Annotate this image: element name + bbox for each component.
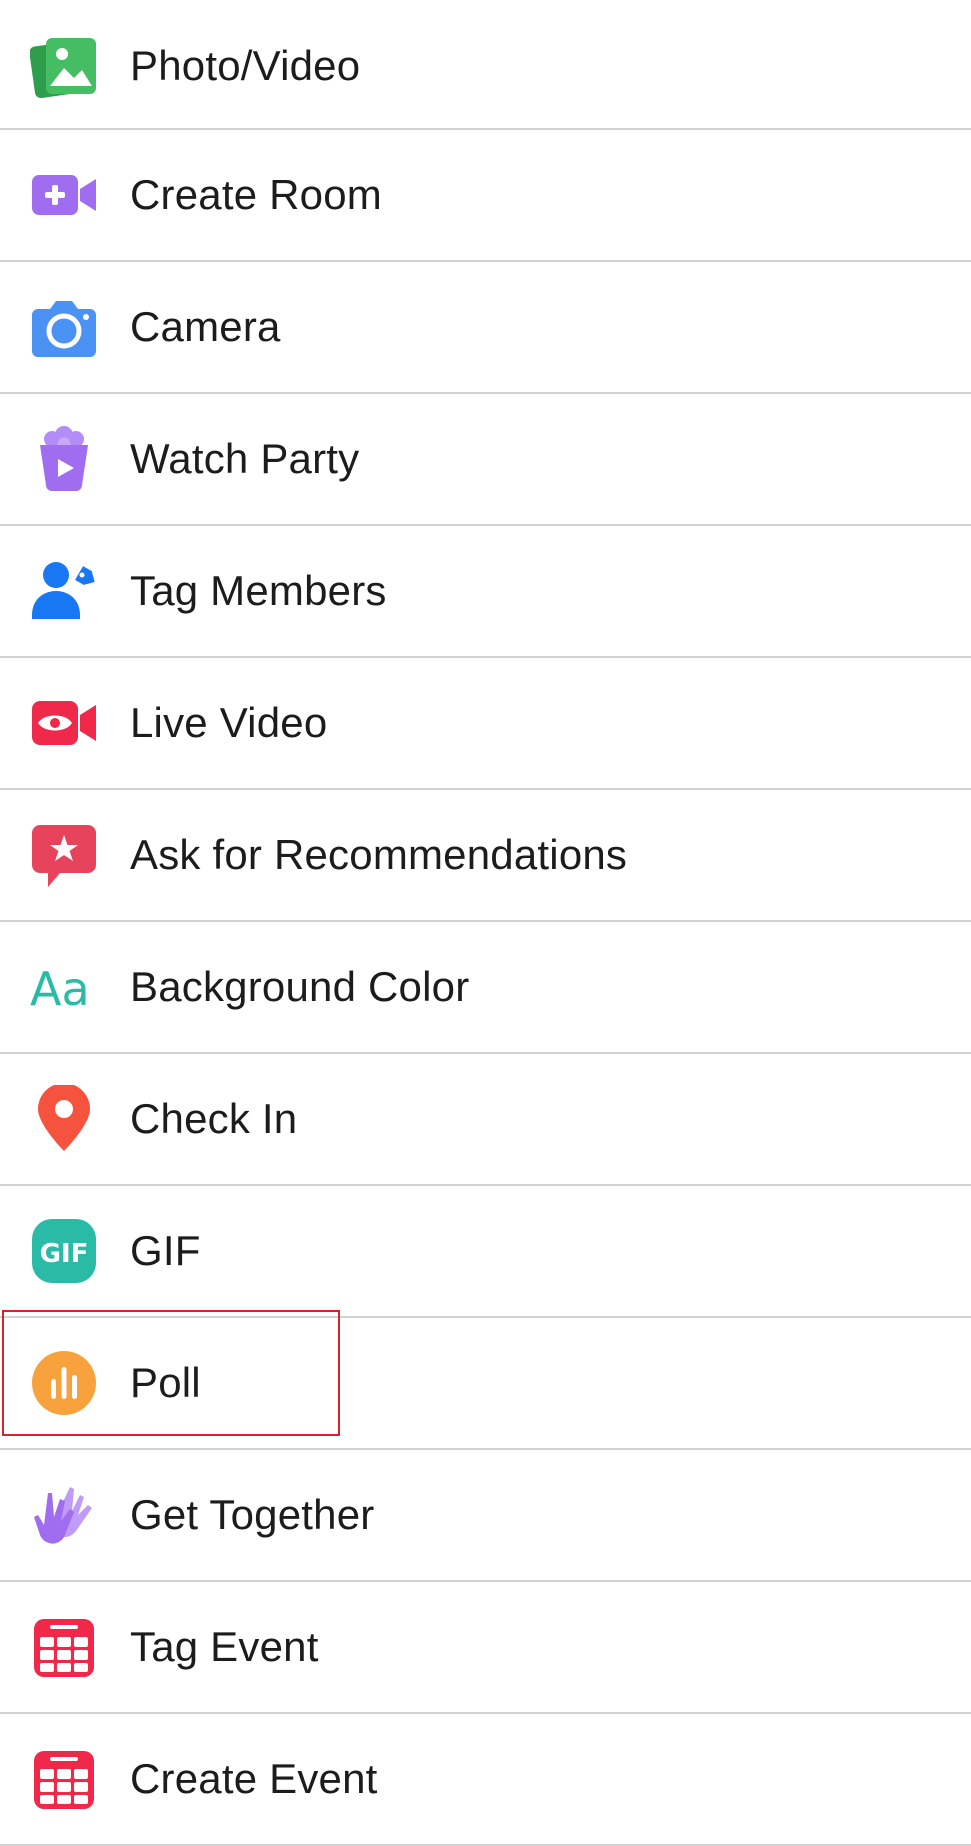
menu-item-gif[interactable]: GIF GIF bbox=[0, 1186, 971, 1318]
background-color-glyph: Aa bbox=[30, 962, 90, 1016]
menu-item-label: Camera bbox=[130, 303, 281, 350]
live-video-icon bbox=[30, 689, 98, 757]
poll-icon bbox=[30, 1349, 98, 1417]
menu-item-photo-video[interactable]: Photo/Video bbox=[0, 0, 971, 130]
post-options-menu: Photo/Video Create Room Camera Watch Par… bbox=[0, 0, 971, 1846]
menu-item-label: Create Room bbox=[130, 171, 382, 218]
recommendations-icon bbox=[30, 821, 98, 889]
menu-item-label: Get Together bbox=[130, 1491, 375, 1538]
menu-item-label: Photo/Video bbox=[130, 41, 361, 89]
menu-item-camera[interactable]: Camera bbox=[0, 262, 971, 394]
menu-item-label: Create Event bbox=[130, 1755, 378, 1802]
photo-video-icon bbox=[30, 34, 98, 102]
menu-item-poll[interactable]: Poll bbox=[0, 1318, 971, 1450]
check-in-icon bbox=[30, 1085, 98, 1153]
menu-item-live-video[interactable]: Live Video bbox=[0, 658, 971, 790]
menu-item-label: Tag Event bbox=[130, 1623, 319, 1670]
menu-item-label: Background Color bbox=[130, 963, 470, 1010]
menu-item-background-color[interactable]: Aa Background Color bbox=[0, 922, 971, 1054]
create-event-icon bbox=[30, 1745, 98, 1813]
menu-item-get-together[interactable]: Get Together bbox=[0, 1450, 971, 1582]
menu-item-create-event[interactable]: Create Event bbox=[0, 1714, 971, 1846]
menu-item-tag-event[interactable]: Tag Event bbox=[0, 1582, 971, 1714]
menu-item-label: Check In bbox=[130, 1095, 298, 1142]
menu-item-label: GIF bbox=[130, 1227, 201, 1274]
menu-item-create-room[interactable]: Create Room bbox=[0, 130, 971, 262]
get-together-icon bbox=[30, 1481, 98, 1549]
menu-item-label: Ask for Recommendations bbox=[130, 831, 628, 878]
gif-icon: GIF bbox=[30, 1217, 98, 1285]
menu-item-watch-party[interactable]: Watch Party bbox=[0, 394, 971, 526]
camera-icon bbox=[30, 293, 98, 361]
menu-item-ask-for-recommendations[interactable]: Ask for Recommendations bbox=[0, 790, 971, 922]
gif-glyph: GIF bbox=[40, 1239, 89, 1269]
menu-item-label: Tag Members bbox=[130, 567, 387, 614]
menu-item-tag-members[interactable]: Tag Members bbox=[0, 526, 971, 658]
tag-event-icon bbox=[30, 1613, 98, 1681]
watch-party-icon bbox=[30, 425, 98, 493]
menu-item-label: Live Video bbox=[130, 699, 328, 746]
tag-members-icon bbox=[30, 557, 98, 625]
menu-item-label: Poll bbox=[130, 1359, 201, 1406]
menu-item-label: Watch Party bbox=[130, 435, 360, 482]
create-room-icon bbox=[30, 161, 98, 229]
background-color-icon: Aa bbox=[30, 953, 98, 1021]
menu-item-check-in[interactable]: Check In bbox=[0, 1054, 971, 1186]
